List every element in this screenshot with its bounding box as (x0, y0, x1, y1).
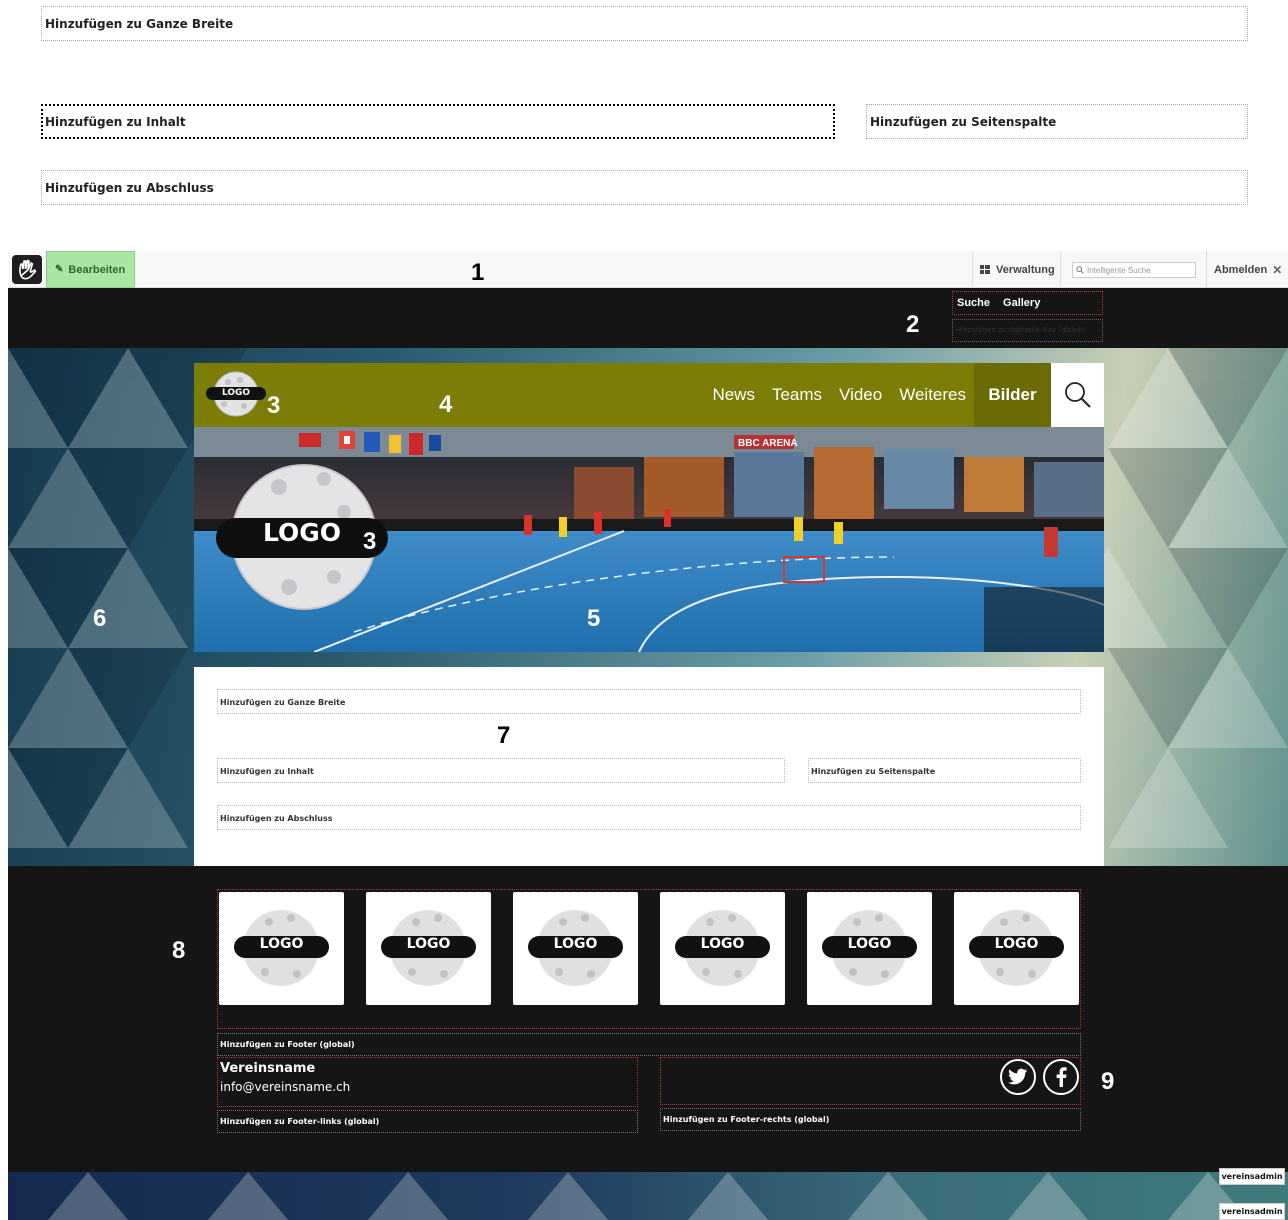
zoom-area-sidebar[interactable]: Hinzufügen zu Seitenspalte (866, 104, 1248, 139)
footer-right-area-label: Hinzufügen zu Footer-rechts (global) (663, 1115, 830, 1124)
footer-global-area-label: Hinzufügen zu Footer (global) (220, 1040, 355, 1049)
nav-item-bilder-label: Bilder (988, 385, 1037, 404)
area-content[interactable]: Hinzufügen zu Inhalt (217, 758, 785, 783)
zoom-area-closing[interactable]: Hinzufügen zu Abschluss (41, 170, 1248, 205)
zoom-area-closing-label: Hinzufügen zu Abschluss (45, 181, 214, 195)
marker-4: 4 (439, 391, 453, 418)
content-container: Hinzufügen zu Ganze Breite Hinzufügen zu… (194, 667, 1104, 867)
admin-button-label: Verwaltung (996, 263, 1055, 276)
main-nav-links: News Teams Video Weiteres (712, 363, 966, 427)
sponsor-logo-text: LOGO (994, 936, 1039, 952)
zoom-area-sidebar-label: Hinzufügen zu Seitenspalte (870, 115, 1057, 129)
toolbar-divider (1206, 251, 1207, 288)
site-search-button[interactable] (1051, 363, 1104, 427)
marker-2: 2 (906, 311, 920, 338)
search-icon (1064, 382, 1091, 408)
arena-sign: BBC ARENA (738, 438, 798, 449)
nav-item-teams[interactable]: Teams (772, 385, 822, 405)
logout-label: Abmelden (1214, 263, 1268, 276)
zoom-area-content[interactable]: Hinzufügen zu Inhalt (41, 104, 835, 139)
pencil-icon: ✎ (55, 264, 64, 275)
background-image-bottom (8, 1172, 1288, 1220)
area-sidebar-label: Hinzufügen zu Seitenspalte (811, 767, 936, 776)
zoom-area-full-width-label: Hinzufügen zu Ganze Breite (45, 17, 234, 31)
sponsor-logo-text: LOGO (259, 936, 304, 952)
footer-left-area[interactable]: Hinzufügen zu Footer-links (global) (217, 1110, 638, 1133)
toolbar-divider (972, 251, 973, 288)
marker-7: 7 (497, 722, 511, 749)
footer-right-area[interactable]: Hinzufügen zu Footer-rechts (global) (660, 1108, 1081, 1131)
edit-toolbar: ✎ Bearbeiten Verwaltung Intelligente Suc… (8, 251, 1288, 288)
sponsor-logo-text: LOGO (700, 936, 745, 952)
cms-logo-icon[interactable] (12, 255, 42, 284)
toolbar-divider (1060, 251, 1061, 288)
footer-left-area-label: Hinzufügen zu Footer-links (global) (220, 1117, 380, 1126)
marker-1: 1 (471, 259, 485, 286)
twitter-icon[interactable] (1000, 1059, 1036, 1095)
sponsor-logo-text: LOGO (406, 936, 451, 952)
search-placeholder: Intelligente Suche (1087, 265, 1151, 275)
marker-3: 3 (363, 528, 377, 555)
marker-5: 5 (587, 605, 601, 632)
header-nav-search-link[interactable]: Suche (957, 297, 990, 309)
area-closing[interactable]: Hinzufügen zu Abschluss (217, 805, 1081, 830)
sponsor-logo[interactable]: LOGO (513, 892, 638, 1005)
logout-button[interactable]: Abmelden ✕ (1214, 251, 1282, 288)
sponsor-logo[interactable]: LOGO (954, 892, 1079, 1005)
hero-banner: BBC ARENA LOGO (194, 427, 1104, 652)
marker-8: 8 (172, 937, 186, 964)
zoom-area-content-label: Hinzufügen zu Inhalt (45, 115, 186, 129)
sponsor-logo[interactable]: LOGO (366, 892, 491, 1005)
site-logo-text: LOGO (221, 388, 251, 398)
sponsor-logo-text: LOGO (553, 936, 598, 952)
footer-global-area[interactable]: Hinzufügen zu Footer (global) (217, 1033, 1081, 1056)
nav-item-news[interactable]: News (712, 385, 755, 405)
zoom-area-full-width[interactable]: Hinzufügen zu Ganze Breite (41, 6, 1248, 41)
close-icon: ✕ (1272, 262, 1283, 277)
edit-button-label: Bearbeiten (68, 263, 126, 276)
header-nav: Suche Gallery (952, 291, 1103, 315)
nav-item-video[interactable]: Video (839, 385, 882, 405)
marker-6: 6 (93, 605, 107, 632)
sponsor-logo-text: LOGO (847, 936, 892, 952)
sponsor-logo[interactable]: LOGO (660, 892, 785, 1005)
user-badge[interactable]: vereinsadmin (1219, 1203, 1285, 1220)
admin-button[interactable]: Verwaltung (980, 251, 1055, 288)
nav-item-bilder[interactable]: Bilder (974, 363, 1051, 427)
sponsor-logo[interactable]: LOGO (807, 892, 932, 1005)
sponsor-logo[interactable]: LOGO (219, 892, 344, 1005)
user-badge[interactable]: vereinsadmin (1219, 1168, 1285, 1185)
area-content-label: Hinzufügen zu Inhalt (220, 767, 314, 776)
area-full-width[interactable]: Hinzufügen zu Ganze Breite (217, 689, 1081, 714)
header-nav-area-label: Hinzufügen zu Kopfzeile-Nav (global) (956, 326, 1086, 334)
area-closing-label: Hinzufügen zu Abschluss (220, 814, 333, 823)
search-icon (1076, 266, 1084, 274)
area-sidebar[interactable]: Hinzufügen zu Seitenspalte (808, 758, 1081, 783)
club-name: Vereinsname (220, 1061, 316, 1076)
site-logo[interactable]: LOGO (206, 370, 266, 424)
edit-button[interactable]: ✎ Bearbeiten (46, 251, 135, 288)
header-nav-gallery-link[interactable]: Gallery (1003, 297, 1040, 309)
site-navigation: LOGO News Teams Video Weiteres Bilder (194, 363, 1104, 427)
header-nav-area[interactable]: Hinzufügen zu Kopfzeile-Nav (global) (952, 319, 1103, 342)
nav-item-weiteres[interactable]: Weiteres (899, 385, 966, 405)
marker-9: 9 (1101, 1068, 1115, 1095)
marker-3: 3 (267, 392, 281, 419)
dashboard-icon (980, 265, 990, 274)
club-email[interactable]: info@vereinsname.ch (220, 1080, 350, 1094)
sponsor-area[interactable] (217, 889, 1081, 1029)
area-full-width-label: Hinzufügen zu Ganze Breite (220, 698, 346, 707)
intelligent-search-input[interactable]: Intelligente Suche (1072, 262, 1196, 278)
facebook-icon[interactable] (1043, 1059, 1079, 1095)
